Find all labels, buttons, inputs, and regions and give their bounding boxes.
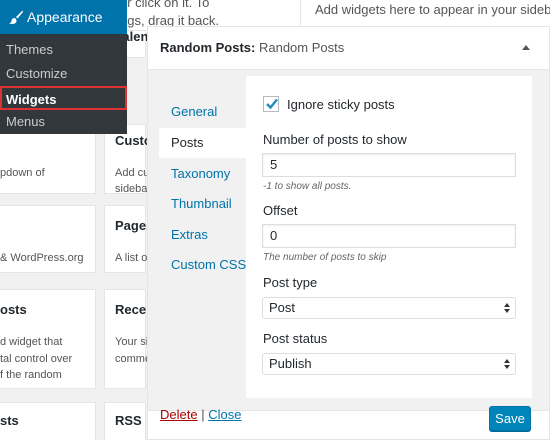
tab-thumbnail[interactable]: Thumbnail bbox=[159, 189, 246, 219]
menu-item-themes[interactable]: Themes bbox=[0, 38, 127, 62]
num-posts-input[interactable]: 5 bbox=[262, 153, 516, 177]
paintbrush-icon bbox=[8, 9, 24, 25]
tab-general[interactable]: General bbox=[159, 97, 246, 127]
post-type-select[interactable]: Post bbox=[262, 297, 516, 319]
post-status-select[interactable]: Publish bbox=[262, 353, 516, 375]
tab-extras[interactable]: Extras bbox=[159, 220, 246, 250]
num-posts-hint: -1 to show all posts. bbox=[263, 181, 352, 192]
appearance-label: Appearance bbox=[27, 9, 103, 25]
sidebar-hint: Add widgets here to appear in your sideb… bbox=[315, 2, 550, 17]
post-status-label: Post status bbox=[263, 331, 328, 346]
widget-tile-random-posts[interactable]: osts d widget that tal control over f th… bbox=[0, 289, 96, 389]
select-arrows-icon bbox=[504, 303, 510, 313]
offset-hint: The number of posts to skip bbox=[263, 252, 387, 263]
save-button[interactable]: Save bbox=[489, 406, 531, 431]
ignore-sticky-checkbox[interactable] bbox=[263, 96, 279, 112]
tab-taxonomy[interactable]: Taxonomy bbox=[159, 159, 246, 189]
select-arrows-icon bbox=[504, 359, 510, 369]
widget-tile-custom-menu[interactable]: Custo Add custo sideba bbox=[104, 124, 164, 195]
widget-tile-rss[interactable]: RSS bbox=[104, 402, 146, 440]
widget-instance-title: Random Posts bbox=[258, 40, 345, 55]
admin-menu: Appearance Themes Customize Widgets Menu… bbox=[0, 0, 127, 134]
widget-tile-archives[interactable]: pdown of bbox=[0, 124, 96, 194]
tab-posts[interactable]: Posts bbox=[159, 128, 246, 158]
posts-tab-content: Ignore sticky posts Number of posts to s… bbox=[246, 76, 532, 398]
ignore-sticky-label: Ignore sticky posts bbox=[287, 97, 395, 112]
collapse-arrow-icon[interactable] bbox=[522, 45, 530, 50]
close-link[interactable]: Close bbox=[208, 407, 241, 422]
widget-title[interactable]: Random Posts: Random Posts bbox=[160, 40, 344, 55]
tab-custom-css[interactable]: Custom CSS bbox=[159, 250, 246, 280]
num-posts-label: Number of posts to show bbox=[263, 132, 407, 147]
offset-input[interactable]: 0 bbox=[262, 224, 516, 248]
widget-tile-pages[interactable]: Pages A list o bbox=[104, 205, 153, 273]
post-type-label: Post type bbox=[263, 275, 318, 290]
widget-tile-meta[interactable]: & WordPress.org bbox=[0, 205, 96, 273]
checkmark-icon bbox=[266, 98, 278, 110]
random-posts-widget-panel: Random Posts: Random Posts General Posts… bbox=[147, 26, 550, 440]
offset-label: Offset bbox=[263, 203, 298, 218]
widget-control-actions: Delete | Close bbox=[160, 407, 241, 422]
menu-item-widgets[interactable]: Widgets bbox=[0, 86, 127, 110]
link-separator: | bbox=[201, 407, 205, 422]
widget-tile-recent-comments[interactable]: Recer Your si comme bbox=[104, 289, 151, 389]
menu-item-menus[interactable]: Menus bbox=[0, 110, 127, 134]
widget-tile-recent-posts[interactable]: sts bbox=[0, 402, 96, 440]
menu-item-customize[interactable]: Customize bbox=[0, 62, 127, 86]
appearance-menu-header[interactable]: Appearance bbox=[0, 0, 127, 34]
delete-link[interactable]: Delete bbox=[160, 407, 198, 422]
widget-settings-body: General Posts Taxonomy Thumbnail Extras … bbox=[148, 69, 549, 411]
